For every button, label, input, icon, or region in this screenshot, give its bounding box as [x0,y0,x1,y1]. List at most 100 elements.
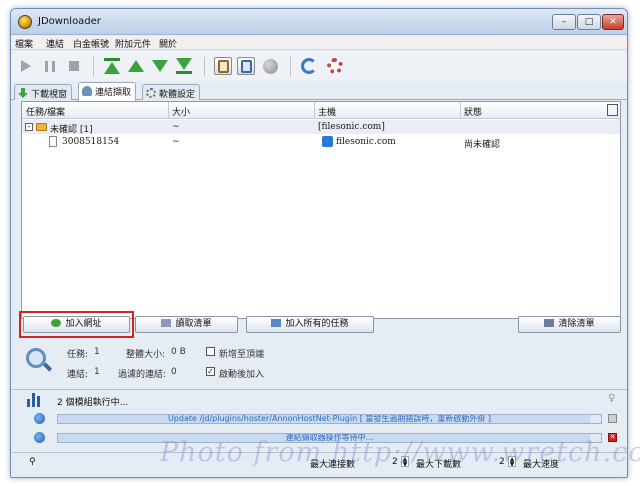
max-connections-value[interactable]: 2 [392,457,398,467]
progress-play-icon [34,413,45,424]
linkgrabber-progress-bar: 連結擷取器操作等待中... [57,433,602,443]
column-header-status[interactable]: 狀態 [464,105,482,118]
maximize-button[interactable]: □ [577,14,601,30]
update-progress-bar: Update /jd/plugins/hoster/AnnonHostNet-P… [57,414,602,424]
progress-text: 連結擷取器操作等待中... [285,433,374,442]
tab-bar: 下載視窗 連結擷取 軟體設定 [11,82,627,101]
file-name: 3008518154 [62,137,120,147]
max-connections-label: 最大連接數 [310,460,356,470]
max-connections-spinner[interactable]: ▲ ▼ [401,456,409,468]
add-all-tasks-button[interactable]: 加入所有的任務 [246,316,374,333]
tasks-value: 1 [94,347,100,357]
move-down-button[interactable] [151,57,169,75]
auto-add-label: 啟動後加入 [219,370,265,380]
table-header: 任務/檔案 大小 主機 狀態 [22,102,620,119]
collapse-toggle[interactable]: - [25,123,33,131]
bottom-status-bar: ⚲ 最大連接數 2 ▲ ▼ 最大下載數 2 ▲ ▼ 最大速度 [11,452,627,470]
tab-label: 連結擷取 [95,88,132,98]
refresh-icon [301,58,317,74]
add-url-button[interactable]: 加入網址 [23,316,130,333]
move-bottom-button[interactable] [175,57,193,75]
menu-file[interactable]: 檔案 [15,37,33,50]
package-size: ~ [172,122,180,132]
stop-icon [69,61,79,71]
gear-icon [146,88,156,98]
column-header-size[interactable]: 大小 [172,105,190,118]
max-downloads-label: 最大下載數 [416,460,462,470]
modules-icon [27,393,43,407]
package-row[interactable]: - 未確認 [1] ~ [filesonic.com] [22,120,620,135]
package-icon [36,123,47,131]
load-list-button[interactable]: 讀取清單 [135,316,238,333]
auto-add-checkbox[interactable]: ✓ [206,367,215,376]
tab-settings[interactable]: 軟體設定 [142,84,201,100]
stop-button[interactable] [65,57,83,75]
pause-icon [45,60,55,72]
filtered-links-value: 0 [171,367,177,377]
column-chooser-button[interactable] [607,104,618,116]
toolbar [11,51,627,81]
lightbulb-icon: ♀ [608,393,616,404]
list-icon [161,319,172,327]
modules-status-text: 2 個模組執行中... [57,398,129,408]
filtered-links-label: 過濾的連結: [118,370,167,380]
move-up-button[interactable] [127,57,145,75]
file-host: filesonic.com [336,137,396,147]
file-size: ~ [172,137,180,147]
max-downloads-spinner[interactable]: ▲ ▼ [508,456,516,468]
add-top-checkbox[interactable] [206,347,215,356]
refresh-button[interactable] [300,57,318,75]
move-top-icon [104,62,120,74]
progress-play-icon [34,432,45,443]
column-header-file[interactable]: 任務/檔案 [26,105,65,118]
menu-bar: 檔案 連結 白金帳號 附加元件 關於 [11,36,627,50]
pause-button[interactable] [41,57,59,75]
minimize-button[interactable]: – [552,14,576,30]
column-header-host[interactable]: 主機 [318,105,336,118]
progress-text: Update /jd/plugins/hoster/AnnonHostNet-P… [167,414,492,423]
magnifier-handle [42,362,53,372]
lifebuoy-icon [327,58,343,74]
move-bottom-icon [176,58,192,70]
tab-downloads[interactable]: 下載視窗 [14,84,73,100]
total-size-label: 整體大小: [126,350,166,360]
total-size-value: 0 B [171,347,186,357]
download-arrow-icon [18,88,28,98]
add-top-label: 新增至頂端 [219,350,265,360]
clipboard-icon [217,59,229,73]
linkgrabber-table: 任務/檔案 大小 主機 狀態 - 未確認 [1] ~ [filesonic.co… [21,101,621,319]
tab-linkgrabber[interactable]: 連結擷取 [78,82,137,101]
play-icon [21,60,31,72]
tasks-label: 任務: [67,350,89,360]
folder-icon [271,319,282,327]
tab-label: 軟體設定 [159,90,196,100]
reconnect-toggle-button[interactable] [237,57,255,75]
clear-list-button[interactable]: 清除清單 [518,316,621,333]
update-button[interactable] [326,57,344,75]
progress-stop-button[interactable] [608,414,617,423]
start-button[interactable] [17,57,35,75]
package-host: [filesonic.com] [318,122,385,132]
max-speed-label: 最大速度 [523,460,560,470]
tab-label: 下載視窗 [31,90,68,100]
menu-links[interactable]: 連結 [46,37,64,50]
close-button[interactable]: ✕ [602,14,624,30]
package-name: 未確認 [1] [50,125,93,135]
clipboard-monitor-button[interactable] [214,57,232,75]
window-title: JDownloader [38,16,101,27]
move-top-button[interactable] [103,57,121,75]
cancel-progress-button[interactable]: ✕ [608,433,617,442]
add-link-icon [51,319,62,327]
title-bar[interactable]: JDownloader – □ ✕ [11,9,627,35]
file-icon [49,136,57,147]
premium-toggle-button[interactable] [261,57,279,75]
move-up-icon [128,60,144,72]
links-label: 連結: [67,370,89,380]
filesonic-icon [322,136,333,147]
max-downloads-value[interactable]: 2 [499,457,505,467]
table-row[interactable]: 3008518154 ~ filesonic.com 尚未確認 [22,135,620,150]
menu-about[interactable]: 關於 [159,37,177,50]
speed-meter-icon: ⚲ [29,457,36,467]
menu-addons[interactable]: 附加元件 [115,37,151,50]
menu-premium[interactable]: 白金帳號 [73,37,109,50]
